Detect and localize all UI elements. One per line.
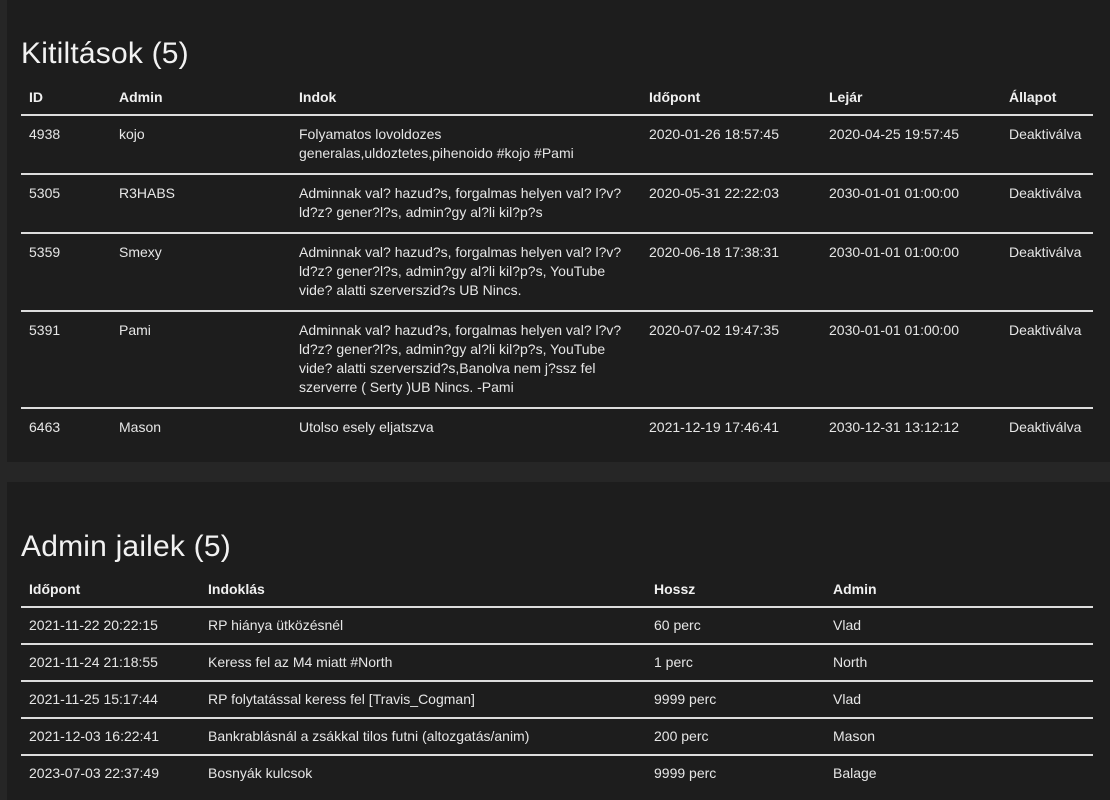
bans-col-expires[interactable]: Lejár bbox=[821, 80, 1001, 116]
ban-status: Deaktiválva bbox=[1001, 174, 1093, 234]
ban-time: 2020-05-31 22:22:03 bbox=[641, 174, 821, 234]
table-row: 2021-11-22 20:22:15 RP hiánya ütközésnél… bbox=[21, 607, 1093, 645]
ban-id: 6463 bbox=[29, 419, 61, 435]
ban-status: Deaktiválva bbox=[1001, 115, 1093, 175]
jail-length: 1 perc bbox=[646, 644, 825, 682]
jails-header-row: Időpont Indoklás Hossz Admin bbox=[21, 572, 1093, 608]
jails-col-time[interactable]: Időpont bbox=[21, 572, 200, 608]
ban-expires: 2020-04-25 19:57:45 bbox=[821, 115, 1001, 175]
jails-table: Időpont Indoklás Hossz Admin 2021-11-22 … bbox=[21, 572, 1093, 791]
jail-reason: RP hiánya ütközésnél bbox=[200, 607, 646, 645]
ban-time: 2020-06-18 17:38:31 bbox=[641, 233, 821, 312]
ban-reason: Adminnak val? hazud?s, forgalmas helyen … bbox=[291, 174, 641, 234]
jail-length: 9999 perc bbox=[654, 765, 717, 781]
ban-reason: Folyamatos lovoldozes generalas,uldoztet… bbox=[291, 115, 641, 175]
ban-time: 2020-07-02 19:47:35 bbox=[641, 311, 821, 409]
jail-length: 60 perc bbox=[646, 607, 825, 645]
table-row: 5359 Smexy Adminnak val? hazud?s, forgal… bbox=[21, 233, 1093, 312]
ban-time: 2020-01-26 18:57:45 bbox=[641, 115, 821, 175]
table-row: 5305 R3HABS Adminnak val? hazud?s, forga… bbox=[21, 174, 1093, 234]
jail-reason: Bankrablásnál a zsákkal tilos futni (alt… bbox=[200, 718, 646, 756]
ban-time: 2021-12-19 17:46:41 bbox=[649, 419, 779, 435]
jail-reason: RP folytatással keress fel [Travis_Cogma… bbox=[200, 681, 646, 719]
ban-expires: 2030-01-01 01:00:00 bbox=[821, 233, 1001, 312]
jail-admin: North bbox=[825, 644, 1093, 682]
ban-id: 5391 bbox=[21, 311, 111, 409]
table-row: 2021-11-24 21:18:55 Keress fel az M4 mia… bbox=[21, 644, 1093, 682]
table-row: 6463 Mason Utolso esely eljatszva 2021-1… bbox=[21, 408, 1093, 447]
ban-id: 5305 bbox=[21, 174, 111, 234]
jail-reason: Bosnyák kulcsok bbox=[208, 765, 313, 781]
table-row: 2021-11-25 15:17:44 RP folytatással kere… bbox=[21, 681, 1093, 719]
jail-admin: Mason bbox=[825, 718, 1093, 756]
bans-header-row: ID Admin Indok Időpont Lejár Állapot bbox=[21, 80, 1093, 116]
ban-status: Deaktiválva bbox=[1001, 311, 1093, 409]
table-row: 4938 kojo Folyamatos lovoldozes generala… bbox=[21, 115, 1093, 175]
jail-time: 2021-11-22 20:22:15 bbox=[21, 607, 200, 645]
jails-col-admin[interactable]: Admin bbox=[825, 572, 1093, 608]
table-row: 5391 Pami Adminnak val? hazud?s, forgalm… bbox=[21, 311, 1093, 409]
jails-col-reason[interactable]: Indoklás bbox=[200, 572, 646, 608]
ban-admin: Pami bbox=[111, 311, 291, 409]
ban-expires: 2030-01-01 01:00:00 bbox=[821, 311, 1001, 409]
ban-expires: 2030-12-31 13:12:12 bbox=[829, 419, 959, 435]
ban-admin: R3HABS bbox=[111, 174, 291, 234]
jail-length: 200 perc bbox=[646, 718, 825, 756]
ban-reason: Adminnak val? hazud?s, forgalmas helyen … bbox=[291, 311, 641, 409]
table-row: 2023-07-03 22:37:49 Bosnyák kulcsok 9999… bbox=[21, 755, 1093, 791]
ban-expires: 2030-01-01 01:00:00 bbox=[821, 174, 1001, 234]
jail-reason: Keress fel az M4 miatt #North bbox=[200, 644, 646, 682]
ban-status: Deaktiválva bbox=[1009, 419, 1082, 435]
jails-col-length[interactable]: Hossz bbox=[646, 572, 825, 608]
bans-col-admin[interactable]: Admin bbox=[111, 80, 291, 116]
ban-status: Deaktiválva bbox=[1001, 233, 1093, 312]
ban-admin: Smexy bbox=[111, 233, 291, 312]
ban-id: 4938 bbox=[21, 115, 111, 175]
jail-time: 2021-11-25 15:17:44 bbox=[21, 681, 200, 719]
ban-admin: kojo bbox=[111, 115, 291, 175]
jails-panel: Admin jailek (5) Időpont Indoklás Hossz … bbox=[7, 482, 1110, 800]
ban-reason: Utolso esely eljatszva bbox=[299, 419, 434, 435]
bans-col-id[interactable]: ID bbox=[21, 80, 111, 116]
jail-admin: Vlad bbox=[825, 681, 1093, 719]
jail-time: 2023-07-03 22:37:49 bbox=[29, 765, 159, 781]
jail-length: 9999 perc bbox=[646, 681, 825, 719]
bans-col-reason[interactable]: Indok bbox=[291, 80, 641, 116]
jail-admin: Vlad bbox=[825, 607, 1093, 645]
ban-reason: Adminnak val? hazud?s, forgalmas helyen … bbox=[291, 233, 641, 312]
table-row: 2021-12-03 16:22:41 Bankrablásnál a zsák… bbox=[21, 718, 1093, 756]
jail-time: 2021-12-03 16:22:41 bbox=[21, 718, 200, 756]
bans-table: ID Admin Indok Időpont Lejár Állapot 493… bbox=[21, 80, 1093, 447]
jails-title: Admin jailek (5) bbox=[21, 530, 231, 563]
bans-col-status[interactable]: Állapot bbox=[1001, 80, 1093, 116]
bans-panel: Kitiltások (5) ID Admin Indok Időpont Le… bbox=[7, 0, 1110, 462]
bans-col-time[interactable]: Időpont bbox=[641, 80, 821, 116]
ban-id: 5359 bbox=[21, 233, 111, 312]
jail-admin: Balage bbox=[833, 765, 877, 781]
ban-admin: Mason bbox=[119, 419, 162, 435]
jail-time: 2021-11-24 21:18:55 bbox=[21, 644, 200, 682]
bans-title: Kitiltások (5) bbox=[21, 37, 189, 70]
